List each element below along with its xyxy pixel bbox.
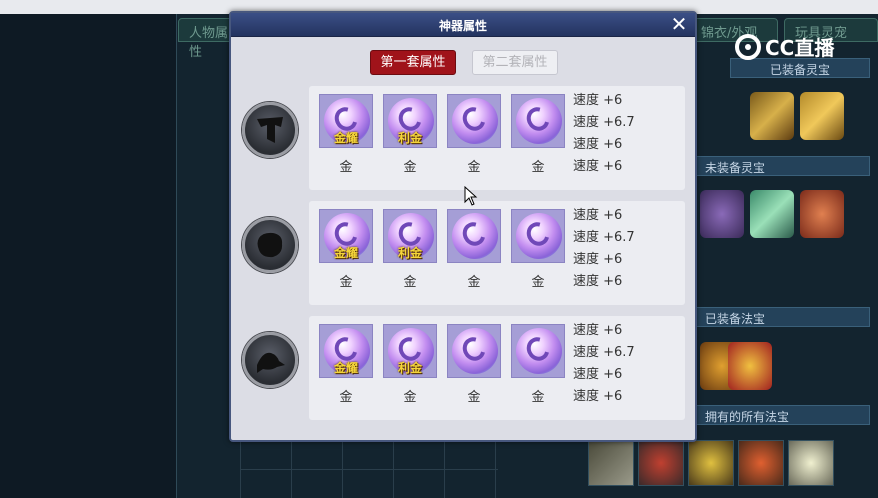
artifact-attributes-dialog: 神器属性 ✕ 第一套属性 第二套属性 金耀 利金 金 金 金 金 速度 +6 速… — [229, 11, 697, 442]
gem-slot[interactable] — [511, 209, 565, 263]
gem-slot[interactable]: 金耀 — [319, 94, 373, 148]
gem-name: 金 — [467, 275, 481, 290]
bg-fabao-item[interactable] — [728, 342, 772, 390]
gem-slot[interactable]: 利金 — [383, 324, 437, 378]
cc-logo-icon — [735, 33, 761, 60]
bg-lingbao-item[interactable] — [800, 190, 844, 238]
stat-line: 速度 +6 — [573, 93, 623, 108]
artifact-card: 金耀 利金 金 金 金 金 速度 +6 速度 +6.7 速度 +6 速度 +6 — [309, 201, 685, 305]
gem-overlay-label: 利金 — [397, 246, 422, 260]
gem-name: 金 — [403, 160, 417, 175]
gem-name: 金 — [531, 390, 545, 405]
bg-header-all-fabao: 拥有的所有法宝 — [696, 405, 870, 425]
artifact-row: 金耀 利金 金 金 金 金 速度 +6 速度 +6.7 速度 +6 速度 +6 — [239, 86, 685, 194]
artifact-row: 金耀 利金 金 金 金 金 速度 +6 速度 +6.7 速度 +6 速度 +6 — [239, 201, 685, 309]
gem-overlay-label: 利金 — [397, 131, 422, 145]
bg-lingbao-item[interactable] — [800, 92, 844, 140]
gem-name: 金 — [467, 390, 481, 405]
mouse-cursor-icon — [464, 186, 478, 206]
bg-header-label: 拥有的所有法宝 — [705, 410, 790, 424]
stat-line: 速度 +6 — [573, 274, 623, 289]
dialog-titlebar: 神器属性 ✕ — [231, 13, 695, 37]
gem-overlay-label: 金耀 — [333, 361, 358, 375]
gem-overlay-label: 金耀 — [333, 246, 358, 260]
gem-name: 金 — [339, 275, 353, 290]
artifact-card: 金耀 利金 金 金 金 金 速度 +6 速度 +6.7 速度 +6 速度 +6 — [309, 316, 685, 420]
stone-silhouette-icon[interactable] — [242, 217, 298, 273]
bg-header-unequipped-lingbao: 未装备灵宝 — [696, 156, 870, 176]
gem-slot[interactable] — [511, 94, 565, 148]
stat-line: 速度 +6 — [573, 159, 623, 174]
gem-name: 金 — [531, 160, 545, 175]
stat-list: 速度 +6 速度 +6.7 速度 +6 速度 +6 — [573, 205, 635, 293]
bg-lingbao-item[interactable] — [750, 92, 794, 140]
bg-header-label: 未装备灵宝 — [705, 161, 766, 175]
close-button[interactable]: ✕ — [669, 14, 689, 34]
bg-fabao-slot[interactable] — [788, 440, 834, 486]
artifact-row: 金耀 利金 金 金 金 金 速度 +6 速度 +6.7 速度 +6 速度 +6 — [239, 316, 685, 424]
stat-line: 速度 +6 — [573, 389, 623, 404]
artifact-card: 金耀 利金 金 金 金 金 速度 +6 速度 +6.7 速度 +6 速度 +6 — [309, 86, 685, 190]
gem-slot[interactable] — [447, 209, 501, 263]
gem-overlay-label: 利金 — [397, 361, 422, 375]
gem-slot[interactable]: 利金 — [383, 94, 437, 148]
bg-header-equipped-fabao: 已装备法宝 — [696, 307, 870, 327]
gem-name: 金 — [339, 390, 353, 405]
tab-first-set[interactable]: 第一套属性 — [370, 50, 456, 75]
bg-header-label: 已装备灵宝 — [769, 63, 830, 77]
stat-line: 速度 +6 — [573, 208, 623, 223]
gem-name: 金 — [403, 390, 417, 405]
close-icon: ✕ — [670, 12, 688, 36]
stat-line: 速度 +6.7 — [573, 230, 635, 245]
bg-inventory-grid — [240, 440, 498, 498]
gem-slot[interactable]: 金耀 — [319, 209, 373, 263]
stat-line: 速度 +6 — [573, 137, 623, 152]
stat-line: 速度 +6 — [573, 367, 623, 382]
gem-slot[interactable]: 金耀 — [319, 324, 373, 378]
gem-name: 金 — [467, 160, 481, 175]
bg-lingbao-item[interactable] — [750, 190, 794, 238]
bg-fabao-slot[interactable] — [588, 440, 634, 486]
stat-list: 速度 +6 速度 +6.7 速度 +6 速度 +6 — [573, 90, 635, 178]
gem-slot[interactable] — [447, 94, 501, 148]
stat-line: 速度 +6 — [573, 252, 623, 267]
tab-second-set[interactable]: 第二套属性 — [472, 50, 558, 75]
stat-line: 速度 +6 — [573, 323, 623, 338]
bg-fabao-slot[interactable] — [738, 440, 784, 486]
gem-slot[interactable]: 利金 — [383, 209, 437, 263]
bg-fabao-slot[interactable] — [638, 440, 684, 486]
cc-logo-text: CC直播 — [765, 36, 835, 60]
bg-header-equipped-lingbao: 已装备灵宝 — [730, 58, 870, 78]
gem-name: 金 — [339, 160, 353, 175]
dialog-title: 神器属性 — [438, 19, 487, 33]
bg-lingbao-item[interactable] — [700, 190, 744, 238]
gem-slot[interactable] — [447, 324, 501, 378]
cc-live-logo: CC直播 — [735, 32, 834, 61]
stat-line: 速度 +6.7 — [573, 345, 635, 360]
flag-silhouette-icon[interactable] — [242, 102, 298, 158]
stat-list: 速度 +6 速度 +6.7 速度 +6 速度 +6 — [573, 320, 635, 408]
stat-line: 速度 +6.7 — [573, 115, 635, 130]
gem-slot[interactable] — [511, 324, 565, 378]
bg-fabao-grid — [588, 440, 834, 486]
bg-header-label: 已装备法宝 — [705, 312, 766, 326]
gem-overlay-label: 金耀 — [333, 131, 358, 145]
gem-name: 金 — [531, 275, 545, 290]
gem-name: 金 — [403, 275, 417, 290]
bird-silhouette-icon[interactable] — [242, 332, 298, 388]
bg-fabao-slot[interactable] — [688, 440, 734, 486]
